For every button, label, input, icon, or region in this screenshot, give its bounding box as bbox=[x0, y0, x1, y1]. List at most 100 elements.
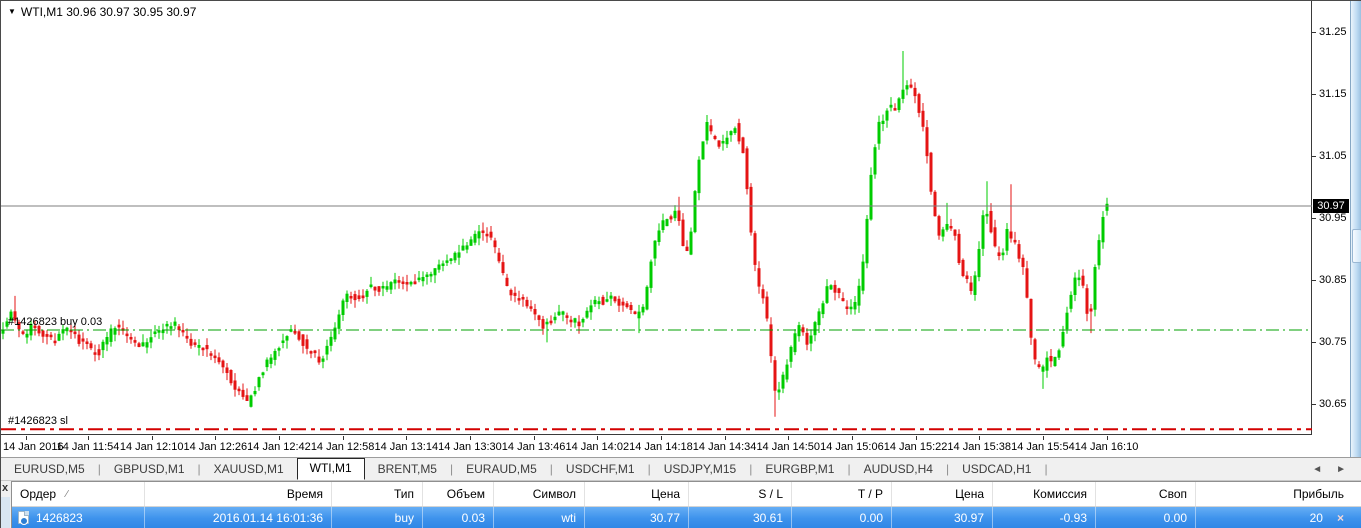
time-tick-mark bbox=[278, 436, 280, 440]
price-tick-label: 31.05 bbox=[1319, 150, 1347, 163]
col-cur-price[interactable]: Цена bbox=[892, 482, 993, 506]
time-tick-mark bbox=[342, 436, 344, 440]
time-tick-label: 14 Jan 11:54 bbox=[56, 441, 120, 453]
tab-wti-m1[interactable]: WTI,M1 bbox=[296, 458, 365, 480]
vertical-scrollbar[interactable] bbox=[1350, 1, 1361, 458]
order-volume-cell: 0.03 bbox=[423, 507, 494, 528]
time-tick-label: 14 Jan 15:38 bbox=[947, 441, 1012, 453]
tab-euraud-m5[interactable]: EURAUD,M5 bbox=[453, 459, 550, 480]
time-tick-mark bbox=[660, 436, 662, 440]
col-symbol[interactable]: Символ bbox=[494, 482, 585, 506]
tab-scroll-arrows: ◄ ► bbox=[1312, 464, 1346, 475]
terminal-panel: x Ордер ∕ Время Тип Объем Символ Цена S /… bbox=[1, 481, 1361, 528]
tab-scroll-left-icon[interactable]: ◄ bbox=[1312, 464, 1322, 475]
col-swap[interactable]: Своп bbox=[1096, 482, 1196, 506]
time-tick-label: 14 Jan 12:58 bbox=[310, 441, 375, 453]
chart-tab-bar: EURUSD,M5 | GBPUSD,M1 | XAUUSD,M1 WTI,M1 B… bbox=[1, 458, 1361, 481]
time-tick-label: 14 Jan 15:22 bbox=[883, 441, 948, 453]
order-sl-cell: 30.61 bbox=[689, 507, 792, 528]
time-tick-mark bbox=[597, 436, 599, 440]
time-tick-mark bbox=[788, 436, 790, 440]
panel-edge-strip bbox=[1, 497, 10, 528]
price-tick-mark bbox=[1312, 217, 1316, 219]
close-position-icon[interactable]: × bbox=[1337, 511, 1344, 525]
time-tick-mark bbox=[724, 436, 726, 440]
time-tick-mark bbox=[215, 436, 217, 440]
time-tick-label: 14 Jan 15:54 bbox=[1011, 441, 1075, 453]
time-tick-label: 14 Jan 13:46 bbox=[501, 441, 566, 453]
time-tick-label: 14 Jan 14:34 bbox=[692, 441, 757, 453]
time-tick-mark bbox=[915, 436, 917, 440]
order-document-icon bbox=[18, 511, 29, 525]
orders-header-row: Ордер ∕ Время Тип Объем Символ Цена S / L… bbox=[12, 482, 1361, 507]
col-profit[interactable]: Прибыль bbox=[1196, 482, 1352, 506]
trading-terminal-window: ▼ WTI,M1 30.96 30.97 30.95 30.97 #1426823… bbox=[0, 0, 1361, 528]
time-tick-mark bbox=[1106, 436, 1108, 440]
time-tick-label: 14 Jan 16:10 bbox=[1074, 441, 1139, 453]
panel-close-button[interactable]: x bbox=[2, 482, 11, 494]
orders-table: Ордер ∕ Время Тип Объем Символ Цена S / L… bbox=[11, 481, 1361, 528]
price-tick-mark bbox=[1312, 403, 1316, 405]
time-tick-mark bbox=[88, 436, 89, 440]
time-tick-mark bbox=[469, 436, 471, 440]
chart-title: ▼ WTI,M1 30.96 30.97 30.95 30.97 bbox=[8, 5, 196, 19]
price-tick-mark bbox=[1312, 93, 1316, 95]
time-tick-mark bbox=[26, 436, 27, 440]
col-order[interactable]: Ордер ∕ bbox=[12, 482, 145, 506]
time-tick-label: 14 Jan 12:10 bbox=[119, 441, 184, 453]
price-tick-mark bbox=[1312, 155, 1316, 157]
col-sl[interactable]: S / L bbox=[689, 482, 792, 506]
time-tick-label: 14 Jan 13:30 bbox=[438, 441, 502, 453]
chevron-down-icon[interactable]: ▼ bbox=[8, 7, 16, 16]
tab-usdcad-h1[interactable]: USDCAD,H1 bbox=[949, 459, 1044, 480]
time-tick-label: 14 Jan 12:42 bbox=[247, 441, 311, 453]
time-axis: 14 Jan 2016 14 Jan 11:54 14 Jan 12:10 14 Ja… bbox=[1, 436, 1312, 457]
price-tick-label: 30.65 bbox=[1319, 398, 1347, 411]
price-tick-label: 30.75 bbox=[1319, 336, 1347, 349]
tab-xauusd-m1[interactable]: XAUUSD,M1 bbox=[201, 459, 297, 480]
time-tick-label: 14 Jan 12:26 bbox=[183, 441, 248, 453]
order-open-price-cell: 30.77 bbox=[585, 507, 689, 528]
time-tick-label: 14 Jan 14:50 bbox=[756, 441, 821, 453]
tab-audusd-h4[interactable]: AUDUSD,H4 bbox=[851, 459, 946, 480]
col-open-price[interactable]: Цена bbox=[585, 482, 689, 506]
time-tick-mark bbox=[1042, 436, 1044, 440]
time-tick-mark bbox=[851, 436, 853, 440]
time-tick-label: 14 Jan 14:02 bbox=[565, 441, 630, 453]
col-time[interactable]: Время bbox=[145, 482, 332, 506]
order-cur-price-cell: 30.97 bbox=[892, 507, 993, 528]
order-row-1426823[interactable]: 1426823 2016.01.14 16:01:36 buy 0.03 wti… bbox=[12, 507, 1361, 528]
price-tick-label: 31.25 bbox=[1319, 26, 1347, 39]
price-tick-mark bbox=[1312, 31, 1316, 33]
col-tp[interactable]: T / P bbox=[792, 482, 892, 506]
order-type-cell: buy bbox=[332, 507, 423, 528]
tab-usdchf-m1[interactable]: USDCHF,M1 bbox=[553, 459, 648, 480]
tab-usdjpy-m15[interactable]: USDJPY,M15 bbox=[651, 459, 749, 480]
order-swap-cell: 0.00 bbox=[1096, 507, 1196, 528]
tab-scroll-right-icon[interactable]: ► bbox=[1336, 464, 1346, 475]
time-tick-label: 14 Jan 14:18 bbox=[629, 441, 693, 453]
time-tick-mark bbox=[979, 436, 981, 440]
order-commission-cell: -0.93 bbox=[993, 507, 1096, 528]
order-id-cell: 1426823 bbox=[12, 507, 145, 528]
time-tick-label: 14 Jan 2016 bbox=[3, 441, 64, 453]
order-time-cell: 2016.01.14 16:01:36 bbox=[145, 507, 332, 528]
tab-brent-m5[interactable]: BRENT,M5 bbox=[365, 459, 450, 480]
vertical-scrollbar-thumb[interactable] bbox=[1352, 229, 1361, 263]
price-axis: 30.97 31.25 31.15 31.05 30.95 30.85 30.75 30.6… bbox=[1312, 1, 1350, 458]
tab-gbpusd-m1[interactable]: GBPUSD,M1 bbox=[101, 459, 198, 480]
chart-plot-area[interactable]: ▼ WTI,M1 30.96 30.97 30.95 30.97 #1426823… bbox=[1, 1, 1312, 435]
time-tick-mark bbox=[151, 436, 153, 440]
col-commission[interactable]: Комиссия bbox=[993, 482, 1096, 506]
chart-title-text: WTI,M1 30.96 30.97 30.95 30.97 bbox=[20, 5, 197, 19]
col-volume[interactable]: Объем bbox=[423, 482, 494, 506]
price-tick-label: 30.95 bbox=[1319, 212, 1347, 225]
stop-loss-line-label: #1426823 sl bbox=[8, 415, 68, 428]
price-tick-label: 31.15 bbox=[1319, 88, 1347, 101]
col-type[interactable]: Тип bbox=[332, 482, 423, 506]
price-tick-mark bbox=[1312, 279, 1316, 281]
order-tp-cell: 0.00 bbox=[792, 507, 892, 528]
buy-order-line-label: #1426823 buy 0.03 bbox=[8, 316, 103, 328]
tab-eurusd-m5[interactable]: EURUSD,M5 bbox=[1, 459, 98, 480]
tab-eurgbp-m1[interactable]: EURGBP,M1 bbox=[752, 459, 847, 480]
